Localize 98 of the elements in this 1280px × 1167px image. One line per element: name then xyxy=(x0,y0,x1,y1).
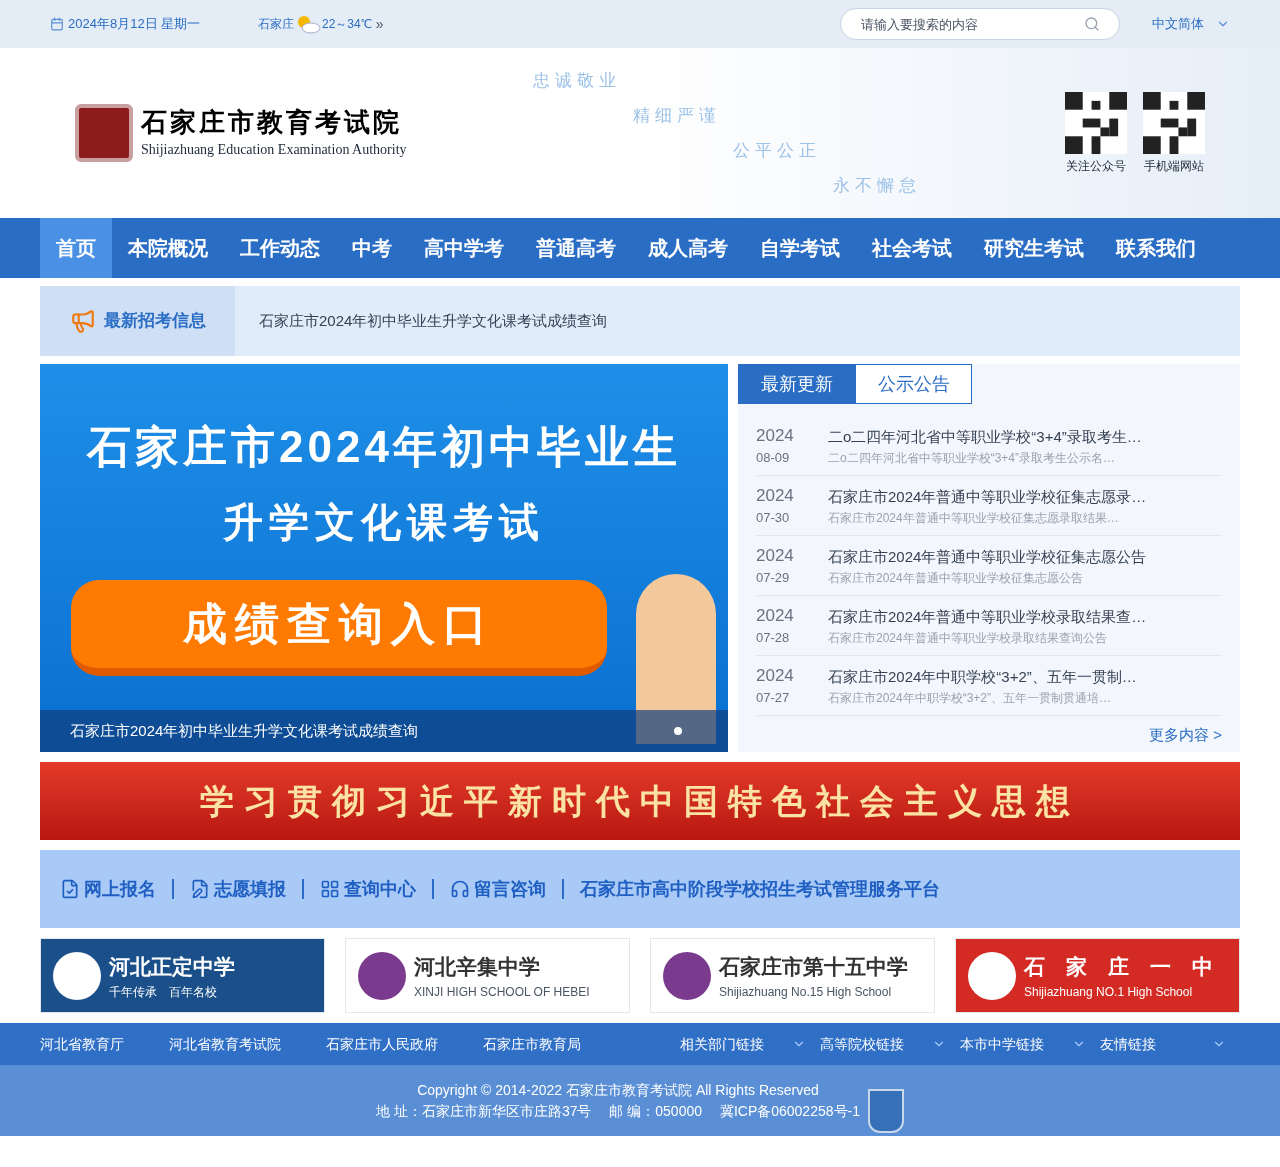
news-title-link[interactable]: 二o二四年河北省中等职业学校“3+4”录取考生… xyxy=(828,424,1142,449)
language-selector[interactable]: 中文简体 xyxy=(1152,14,1204,34)
school-emblem-icon xyxy=(53,951,101,1000)
quick-link[interactable]: 查询中心 xyxy=(344,875,416,903)
site-title: 石家庄市教育考试院 xyxy=(141,106,403,139)
news-date: 07-30 xyxy=(756,508,791,527)
news-date: 07-27 xyxy=(756,688,791,707)
motto-text: 忠诚敬业 xyxy=(533,70,621,92)
nav-tab[interactable]: 工作动态 xyxy=(224,218,336,278)
news-summary: 二o二四年河北省中等职业学校“3+4”录取考生公示名… xyxy=(828,449,1117,467)
news-summary: 石家庄市2024年中职学校“3+2”、五年一贯制贯通培… xyxy=(828,689,1113,707)
query-entry-button[interactable]: 成绩查询入口 xyxy=(71,580,607,676)
qr-code-icon xyxy=(1065,92,1127,154)
nav-tab[interactable]: 联系我们 xyxy=(1100,218,1212,278)
news-title-link[interactable]: 石家庄市2024年中职学校“3+2”、五年一贯制… xyxy=(828,664,1137,689)
city-text: 石家庄 xyxy=(258,16,294,32)
quick-link[interactable]: 石家庄市高中阶段学校招生考试管理服务平台 xyxy=(580,875,940,903)
news-year: 2024 xyxy=(756,604,795,627)
news-date: 08-09 xyxy=(756,448,791,467)
news-year: 2024 xyxy=(756,424,795,447)
site-subtitle: Shijiazhuang Education Examination Authority xyxy=(141,140,407,159)
news-title-link[interactable]: 石家庄市2024年普通中等职业学校征集志愿公告 xyxy=(828,544,1147,569)
more-link[interactable]: 更多内容 > xyxy=(1149,724,1222,747)
footer-dropdown[interactable]: 高等院校链接 xyxy=(820,1033,932,1055)
news-tab[interactable]: 最新更新 xyxy=(738,364,855,404)
school-emblem-icon xyxy=(968,951,1016,1000)
school-logo-card[interactable]: 河北辛集中学 XINJI HIGH SCHOOL OF HEBEI xyxy=(345,938,630,1013)
footer-link[interactable]: 石家庄市人民政府 xyxy=(326,1033,438,1055)
megaphone-icon xyxy=(69,308,96,334)
school-logo-card[interactable]: 河北正定中学 千年传承 百年名校 xyxy=(40,938,325,1013)
nav-tab[interactable]: 研究生考试 xyxy=(968,218,1100,278)
school-logo-card[interactable]: 石家庄市第十五中学 Shijiazhuang No.15 High School xyxy=(650,938,935,1013)
badge-icon xyxy=(867,1088,904,1133)
notice-link[interactable]: 石家庄市2024年初中毕业生升学文化课考试成绩查询 xyxy=(259,309,608,333)
slide-banner[interactable]: 石家庄市2024年初中毕业生 升学文化课考试 成绩查询入口 石家庄市2024年初中毕业生升学文化课考试成绩查询 xyxy=(40,364,728,752)
qr-caption: 手机端网站 xyxy=(1144,158,1204,174)
slide-heading: 石家庄市2024年初中毕业生 xyxy=(87,421,681,473)
school-subtitle: Shijiazhuang No.15 High School xyxy=(719,983,893,1001)
quick-link[interactable]: 留言咨询 xyxy=(474,875,546,903)
nav-tab[interactable]: 高中学考 xyxy=(408,218,520,278)
slide-caption: 石家庄市2024年初中毕业生升学文化课考试成绩查询 xyxy=(70,720,420,741)
school-subtitle: XINJI HIGH SCHOOL OF HEBEI xyxy=(414,983,590,1001)
seal-logo-icon xyxy=(75,104,133,162)
news-title-link[interactable]: 石家庄市2024年普通中等职业学校征集志愿录… xyxy=(828,484,1147,509)
search-field[interactable]: 请输入要搜索的内容 xyxy=(840,8,1120,40)
quick-link-icon xyxy=(450,879,470,899)
date-text: 2024年8月12日 星期一 xyxy=(68,15,202,34)
slide-heading: 升学文化课考试 xyxy=(223,499,545,546)
temperature-text: 22～34℃ xyxy=(322,16,372,32)
quick-link-icon xyxy=(320,879,340,899)
footer-dropdown[interactable]: 本市中学链接 xyxy=(960,1033,1072,1055)
quick-link[interactable]: 网上报名 xyxy=(84,875,156,903)
news-date: 07-29 xyxy=(756,568,791,587)
news-year: 2024 xyxy=(756,484,795,507)
news-tab[interactable]: 公示公告 xyxy=(855,364,972,404)
footer-dropdown[interactable]: 相关部门链接 xyxy=(680,1033,792,1055)
qr-caption: 关注公众号 xyxy=(1066,158,1126,174)
search-icon[interactable] xyxy=(1084,16,1100,32)
school-emblem-icon xyxy=(358,951,406,1000)
nav-tab[interactable]: 本院概况 xyxy=(112,218,224,278)
footer-link[interactable]: 河北省教育厅 xyxy=(40,1033,124,1055)
nav-tab[interactable]: 自学考试 xyxy=(744,218,856,278)
nav-tab[interactable]: 中考 xyxy=(336,218,408,278)
copyright-text: Copyright © 2014-2022 石家庄市教育考试院 All Rights Reserved xyxy=(417,1080,819,1100)
news-summary: 石家庄市2024年普通中等职业学校征集志愿公告 xyxy=(828,569,1084,587)
footer-link[interactable]: 河北省教育考试院 xyxy=(169,1033,281,1055)
news-summary: 石家庄市2024年普通中等职业学校征集志愿录取结果… xyxy=(828,509,1120,527)
motto-text: 永不懈怠 xyxy=(833,175,921,197)
school-name: 石 家 庄 一 中 xyxy=(1024,953,1213,981)
quick-link-icon xyxy=(190,879,210,899)
nav-tab[interactable]: 成人高考 xyxy=(632,218,744,278)
school-subtitle: Shijiazhuang NO.1 High School xyxy=(1024,983,1194,1001)
calendar-icon xyxy=(50,17,64,31)
school-name: 石家庄市第十五中学 xyxy=(719,953,908,981)
news-title-link[interactable]: 石家庄市2024年普通中等职业学校录取结果查… xyxy=(828,604,1147,629)
school-logo-card[interactable]: 石 家 庄 一 中 Shijiazhuang NO.1 High School xyxy=(955,938,1240,1013)
motto-text: 公平公正 xyxy=(733,140,821,162)
quick-link[interactable]: 志愿填报 xyxy=(214,875,286,903)
slogan-banner[interactable]: 学习贯彻习近平新时代中国特色社会主义思想 xyxy=(40,762,1240,840)
qr-code-icon xyxy=(1143,92,1205,154)
school-subtitle: 千年传承 百年名校 xyxy=(109,983,218,1001)
school-name: 河北辛集中学 xyxy=(414,953,541,981)
school-emblem-icon xyxy=(663,951,711,1000)
news-date: 07-28 xyxy=(756,628,791,647)
news-year: 2024 xyxy=(756,544,795,567)
nav-tab[interactable]: 首页 xyxy=(40,218,112,278)
footer-dropdown[interactable]: 友情链接 xyxy=(1100,1033,1212,1055)
address-text: 地 址：石家庄市新华区市庄路37号 邮 编：050000 冀ICP备06002258号-1 xyxy=(376,1101,860,1121)
school-name: 河北正定中学 xyxy=(109,953,235,981)
footer-link[interactable]: 石家庄市教育局 xyxy=(483,1033,581,1055)
nav-tab[interactable]: 普通高考 xyxy=(520,218,632,278)
news-year: 2024 xyxy=(756,664,795,687)
nav-tab[interactable]: 社会考试 xyxy=(856,218,968,278)
news-summary: 石家庄市2024年普通中等职业学校录取结果查询公告 xyxy=(828,629,1108,647)
notice-label: 最新招考信息 xyxy=(103,310,206,333)
quick-link-icon xyxy=(60,879,80,899)
motto-text: 精细严谨 xyxy=(633,105,721,127)
more-weather-link[interactable]: » xyxy=(375,14,384,34)
